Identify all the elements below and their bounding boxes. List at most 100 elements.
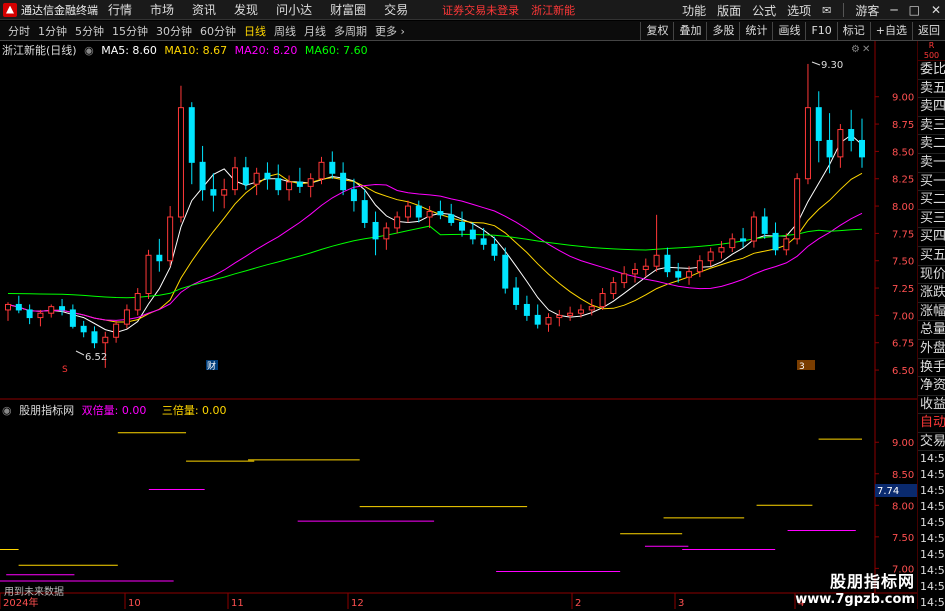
menu-item-formula[interactable]: 公式: [752, 2, 776, 19]
sidebar-item[interactable]: 外盘: [918, 340, 945, 359]
ma5-value: MA5: 8.60: [101, 44, 157, 57]
candle-body: [740, 238, 747, 242]
menu-item-market[interactable]: 行情: [108, 1, 132, 18]
sidebar-item[interactable]: 总量: [918, 321, 945, 340]
sidebar-item[interactable]: 卖一: [918, 154, 945, 173]
candle-body: [545, 317, 552, 325]
period-tab[interactable]: 分时: [8, 23, 30, 39]
price-tick-label: 7.50: [892, 257, 914, 268]
candle-body: [134, 293, 141, 311]
candle-body: [372, 221, 379, 240]
toolbar-button[interactable]: 返回: [912, 22, 945, 40]
toolbar-button[interactable]: 画线: [772, 22, 805, 40]
menu-item-options[interactable]: 选项: [787, 2, 811, 19]
candle-body: [815, 107, 822, 141]
settings-gear-icon[interactable]: ⚙: [851, 44, 860, 55]
login-warning[interactable]: 证券交易未登录: [442, 2, 519, 18]
menu-item-discover[interactable]: 发现: [234, 1, 258, 18]
email-icon[interactable]: ✉: [822, 4, 831, 17]
sub-tick-label: 9.00: [892, 438, 914, 449]
candle-body: [242, 167, 249, 185]
candle-body: [253, 172, 260, 185]
candle-body: [621, 273, 628, 284]
menu-item-function[interactable]: 功能: [682, 2, 706, 19]
toolbar-button[interactable]: 多股: [706, 22, 739, 40]
guest-user[interactable]: 游客: [855, 2, 879, 19]
candle-body: [80, 325, 87, 333]
sidebar-item[interactable]: 收益: [918, 396, 945, 415]
sidebar-item-trade[interactable]: 交易: [918, 433, 945, 452]
quote-sidebar: R 500 委比 卖五 卖四 卖三 卖二 卖一 买一 买二 买三 买四 买五 现…: [917, 41, 945, 609]
period-tab[interactable]: 月线: [304, 23, 326, 39]
sidebar-item[interactable]: 换手: [918, 359, 945, 378]
minimize-icon[interactable]: ─: [890, 3, 897, 17]
sidebar-item[interactable]: 卖二: [918, 135, 945, 154]
candle-body: [286, 181, 293, 191]
sidebar-item[interactable]: 现价: [918, 266, 945, 285]
menu-item-ask[interactable]: 问小达: [276, 1, 312, 18]
sidebar-item[interactable]: 买五: [918, 247, 945, 266]
trade-time: 14:56: [920, 484, 945, 498]
sidebar-item[interactable]: 涨幅: [918, 303, 945, 322]
toolbar-button[interactable]: 叠加: [673, 22, 706, 40]
candle-body: [404, 205, 411, 218]
sidebar-item[interactable]: 净资: [918, 377, 945, 396]
sidebar-item[interactable]: 委比: [918, 61, 945, 80]
candle-body: [329, 161, 336, 174]
eye-icon[interactable]: ◉: [84, 44, 94, 57]
candle-body: [794, 178, 801, 240]
price-tick-label: 8.75: [892, 120, 914, 131]
candle-body: [653, 254, 660, 267]
period-tab[interactable]: 60分钟: [200, 23, 236, 39]
period-tab-daily[interactable]: 日线: [244, 23, 266, 39]
sidebar-item[interactable]: 买一: [918, 173, 945, 192]
trade-time: 14:56: [920, 452, 945, 466]
trade-time: 14:56: [920, 516, 945, 530]
candle-body: [848, 129, 855, 141]
indicator-name[interactable]: 股朋指标网: [19, 404, 74, 417]
candle-body: [675, 271, 682, 278]
period-tab-more[interactable]: 更多 ›: [375, 23, 405, 39]
toolbar-button[interactable]: F10: [805, 22, 836, 40]
close-icon[interactable]: ✕: [931, 3, 941, 17]
toolbar-button[interactable]: 统计: [739, 22, 772, 40]
sidebar-top-r: R: [928, 41, 935, 50]
menu-item-trade[interactable]: 交易: [384, 1, 408, 18]
eye-icon[interactable]: ◉: [2, 404, 12, 417]
period-tab[interactable]: 15分钟: [112, 23, 148, 39]
menu-item-markets[interactable]: 市场: [150, 1, 174, 18]
sidebar-item-auto[interactable]: 自动: [918, 414, 945, 433]
trade-time: 14:56: [920, 580, 945, 594]
sidebar-item[interactable]: 卖三: [918, 117, 945, 136]
sidebar-item[interactable]: 买三: [918, 210, 945, 229]
menu-item-layout[interactable]: 版面: [717, 2, 741, 19]
candle-body: [275, 178, 282, 191]
period-tab[interactable]: 5分钟: [75, 23, 104, 39]
candle-body: [804, 107, 811, 180]
menu-item-news[interactable]: 资讯: [192, 1, 216, 18]
double-volume-value: 0.00: [121, 404, 147, 417]
sidebar-item[interactable]: 买二: [918, 191, 945, 210]
candle-body: [448, 214, 455, 223]
period-tab[interactable]: 周线: [274, 23, 296, 39]
period-tab[interactable]: 多周期: [334, 23, 367, 39]
candle-body: [826, 139, 833, 158]
toolbar-button[interactable]: 复权: [640, 22, 673, 40]
sidebar-item[interactable]: 涨跌: [918, 284, 945, 303]
period-tab[interactable]: 1分钟: [38, 23, 67, 39]
maximize-icon[interactable]: □: [909, 3, 920, 17]
candle-body: [5, 303, 11, 311]
toolbar-button[interactable]: 标记: [836, 22, 870, 40]
menu-item-wealth[interactable]: 财富圈: [330, 1, 366, 18]
toolbar-button[interactable]: +自选: [869, 22, 912, 40]
chart-canvas[interactable]: 9.00 8.75 8.50 8.25 8.00 7.75 7.50 7.25 7.00 6.75…: [0, 41, 917, 609]
sidebar-item[interactable]: 买四: [918, 228, 945, 247]
close-main-icon[interactable]: ✕: [862, 44, 870, 55]
sidebar-item[interactable]: 卖五: [918, 80, 945, 99]
candle-body: [696, 260, 703, 273]
sidebar-item[interactable]: 卖四: [918, 98, 945, 117]
price-tick-label: 6.50: [892, 366, 914, 377]
period-tab[interactable]: 30分钟: [156, 23, 192, 39]
candle-body: [686, 271, 693, 278]
candle-body: [750, 216, 757, 242]
